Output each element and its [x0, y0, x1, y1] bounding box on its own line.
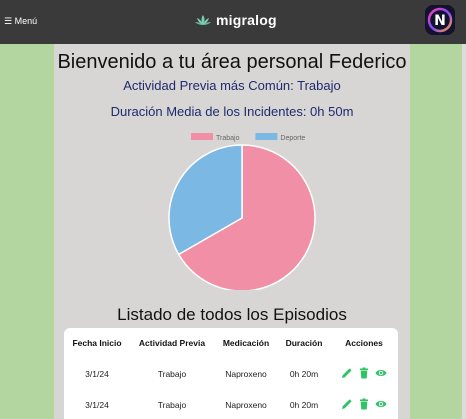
delete-icon[interactable]: [358, 367, 370, 379]
most-common-activity: Actividad Previa más Común: Trabajo: [123, 78, 341, 93]
cell-medicacion: Naproxeno: [225, 368, 267, 379]
cell-duracion: 0h 20m: [289, 399, 319, 410]
table-header-row: Fecha Inicio Actividad Previa Medicación…: [64, 328, 398, 358]
menu-label: ☰ Menú: [4, 15, 38, 26]
table-row: 3/1/24 Trabajo Naproxeno 0h 20m: [64, 389, 398, 419]
view-icon[interactable]: [375, 367, 387, 379]
legend-label-trabajo[interactable]: Trabajo: [216, 135, 240, 142]
cell-acciones: [330, 358, 398, 389]
user-avatar[interactable]: N: [425, 5, 455, 35]
episodes-table: Fecha Inicio Actividad Previa Medicación…: [64, 328, 398, 419]
cell-actividad: Trabajo: [157, 399, 187, 410]
cell-medicacion: Naproxeno: [225, 399, 267, 410]
avatar-logo: N: [425, 5, 455, 35]
brand-name: migralog: [216, 12, 277, 28]
scrollbar-track[interactable]: [462, 44, 466, 419]
delete-icon[interactable]: [358, 398, 370, 410]
cell-fecha: 3/1/24: [85, 368, 109, 379]
header-medicacion: Medicación: [222, 338, 270, 348]
header-actividad-previa: Actividad Previa: [138, 338, 206, 348]
average-duration: Duración Media de los Incidentes: 0h 50m: [110, 104, 354, 119]
episodes-table-card: Fecha Inicio Actividad Previa Medicación…: [64, 328, 398, 419]
cell-fecha: 3/1/24: [85, 399, 109, 410]
top-navbar: ☰ Menú migralog N: [0, 0, 466, 44]
welcome-title: Bienvenido a tu área personal Federico: [57, 51, 407, 73]
menu-button[interactable]: ☰ Menú: [4, 13, 37, 29]
header-fecha-inicio: Fecha Inicio: [72, 338, 122, 348]
header-duracion: Duración: [285, 338, 323, 348]
svg-text:N: N: [434, 13, 446, 29]
table-row: 3/1/24 Trabajo Naproxeno 0h 20m: [64, 358, 398, 389]
episodes-title: Listado de todos los Episodios: [117, 305, 347, 324]
view-icon[interactable]: [375, 398, 387, 410]
legend-label-deporte[interactable]: Deporte: [280, 135, 305, 142]
legend-swatch-deporte[interactable]: [255, 133, 278, 140]
edit-icon[interactable]: [341, 398, 353, 410]
activity-pie-chart: Trabajo Deporte: [54, 130, 410, 292]
brand[interactable]: migralog: [195, 11, 277, 29]
lotus-icon: [195, 15, 211, 25]
header-acciones: Acciones: [345, 338, 383, 348]
personal-area-panel: Bienvenido a tu área personal Federico A…: [54, 44, 410, 419]
edit-icon[interactable]: [341, 367, 353, 379]
cell-duracion: 0h 20m: [289, 368, 319, 379]
cell-actividad: Trabajo: [157, 368, 187, 379]
cell-acciones: [330, 389, 398, 419]
legend-swatch-trabajo[interactable]: [191, 133, 213, 140]
